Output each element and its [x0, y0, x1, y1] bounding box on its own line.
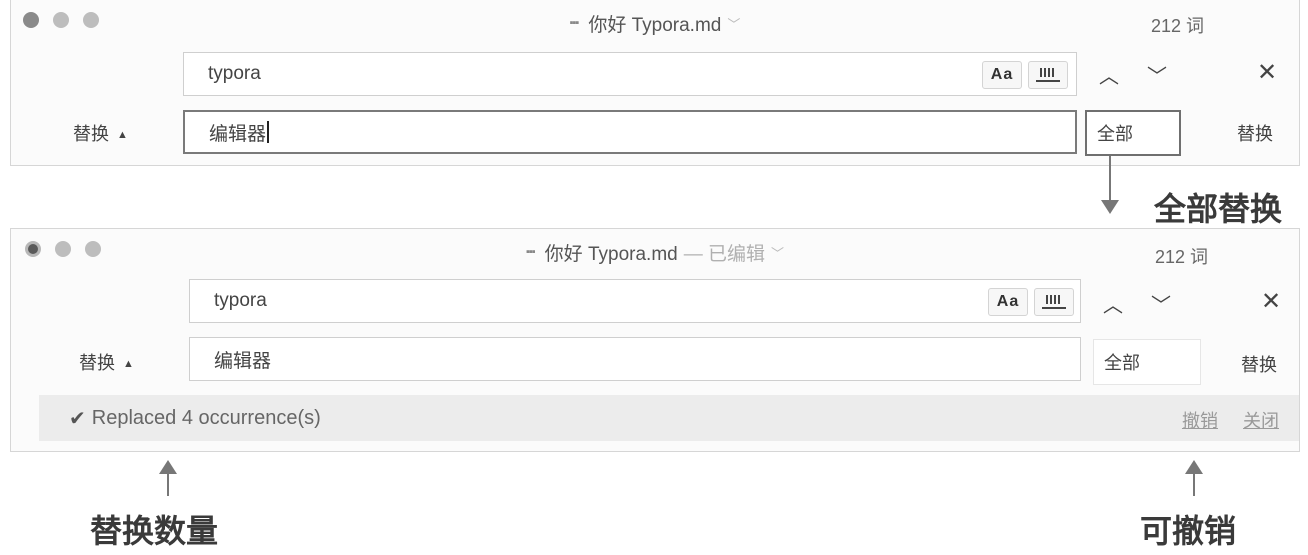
replace-input[interactable]: 编辑器 — [183, 110, 1077, 154]
replace-all-button[interactable]: 全部 — [1093, 339, 1201, 385]
whole-word-toggle[interactable] — [1034, 288, 1074, 316]
close-find-icon[interactable]: ✕ — [1261, 287, 1281, 316]
find-input[interactable]: typora Aa — [183, 52, 1077, 96]
edited-status: — 已编辑 — [683, 243, 765, 265]
match-case-toggle[interactable]: Aa — [982, 61, 1022, 89]
close-status-link[interactable]: 关闭 — [1243, 411, 1279, 431]
replace-toggle[interactable]: 替换 ▲ — [73, 120, 128, 146]
arrow-down-annotation — [1101, 156, 1119, 214]
match-case-toggle[interactable]: Aa — [988, 288, 1028, 316]
replace-input-value: 编辑器 — [209, 123, 267, 145]
replace-toggle[interactable]: 替换 ▲ — [79, 349, 134, 375]
triangle-up-icon: ▲ — [123, 358, 134, 370]
chevron-down-icon[interactable]: ﹀ — [1147, 60, 1167, 89]
whole-word-toggle[interactable] — [1028, 61, 1068, 89]
annotation-replace-count: 替换数量 — [90, 512, 219, 550]
document-icon: ▪▪▪ — [569, 17, 580, 29]
window-title: ▪▪▪ 你好 Typora.md ﹀ — [11, 0, 1299, 46]
annotation-replace-all: 全部替换 — [1154, 190, 1283, 228]
replace-input-value: 编辑器 — [214, 350, 272, 372]
replace-button[interactable]: 替换 — [1237, 120, 1273, 146]
triangle-up-icon: ▲ — [117, 129, 128, 141]
status-actions: 撤销 关闭 — [1162, 407, 1279, 433]
chevron-down-icon[interactable]: ﹀ — [727, 14, 740, 33]
document-icon: ▪▪▪ — [525, 246, 536, 258]
annotation-undoable: 可撤销 — [1140, 512, 1237, 550]
chevron-down-icon[interactable]: ﹀ — [771, 243, 784, 262]
whole-word-icon — [1036, 68, 1060, 82]
status-message: Replaced 4 occurrence(s) — [91, 406, 321, 429]
replace-toggle-label: 替换 — [73, 124, 109, 144]
typora-window-before: ▪▪▪ 你好 Typora.md ﹀ 212 词 typora Aa ︿ ﹀ ✕… — [10, 0, 1300, 166]
replace-button[interactable]: 替换 — [1241, 351, 1277, 377]
find-input[interactable]: typora Aa — [189, 279, 1081, 323]
replace-all-label: 全部 — [1097, 124, 1133, 144]
word-count[interactable]: 212 词 — [1155, 243, 1208, 269]
status-bar: ✔ Replaced 4 occurrence(s) 撤销 关闭 — [39, 395, 1299, 441]
find-input-value: typora — [208, 63, 261, 84]
find-input-value: typora — [214, 290, 267, 311]
undo-link[interactable]: 撤销 — [1182, 411, 1218, 431]
chevron-up-icon[interactable]: ︿ — [1099, 60, 1119, 89]
window-title-text: 你好 Typora.md — [544, 243, 678, 265]
text-caret — [267, 121, 270, 143]
chevron-down-icon[interactable]: ﹀ — [1151, 289, 1171, 318]
window-title: ▪▪▪ 你好 Typora.md — 已编辑 ﹀ — [11, 229, 1299, 275]
replace-all-label: 全部 — [1104, 353, 1140, 373]
window-title-text: 你好 Typora.md — [588, 14, 722, 36]
arrow-up-annotation-right — [1185, 460, 1203, 496]
word-count[interactable]: 212 词 — [1151, 12, 1204, 38]
checkmark-icon: ✔ — [69, 407, 86, 430]
chevron-up-icon[interactable]: ︿ — [1103, 289, 1123, 318]
typora-window-after: ▪▪▪ 你好 Typora.md — 已编辑 ﹀ 212 词 typora Aa… — [10, 228, 1300, 452]
whole-word-icon — [1042, 295, 1066, 309]
replace-all-button[interactable]: 全部 — [1085, 110, 1181, 156]
close-find-icon[interactable]: ✕ — [1257, 58, 1277, 87]
replace-input[interactable]: 编辑器 — [189, 337, 1081, 381]
replace-toggle-label: 替换 — [79, 353, 115, 373]
arrow-up-annotation-left — [159, 460, 177, 496]
